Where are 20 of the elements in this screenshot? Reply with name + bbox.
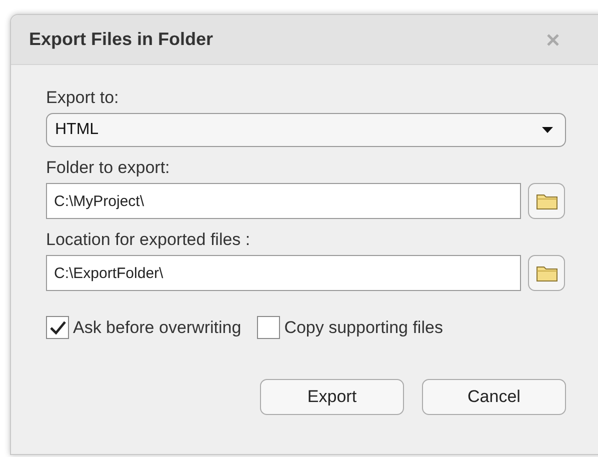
export-format-dropdown[interactable]: HTML [46, 113, 566, 147]
field-label: Location for exported files : [46, 229, 252, 251]
window-title: Export Files in Folder [29, 28, 214, 51]
caret-icon [542, 127, 553, 133]
browse-button[interactable] [528, 255, 565, 291]
folder-icon [536, 192, 558, 210]
dialog-button[interactable]: Export [260, 378, 404, 414]
dialog-button[interactable]: Cancel [422, 378, 566, 414]
field-label: Export to: [46, 87, 120, 109]
close-icon [546, 32, 560, 46]
checkbox[interactable] [46, 316, 69, 340]
checkmark-icon [50, 320, 66, 335]
path-field[interactable]: C:\MyProject\ [46, 183, 521, 219]
path-field[interactable]: C:\ExportFolder\ [46, 255, 521, 291]
checkbox-label: Copy supporting files [284, 317, 443, 339]
folder-icon [536, 264, 558, 282]
checkbox[interactable] [257, 316, 280, 340]
checkbox-label: Ask before overwriting [73, 317, 242, 339]
browse-button[interactable] [528, 183, 565, 219]
field-label: Folder to export: [46, 157, 171, 179]
